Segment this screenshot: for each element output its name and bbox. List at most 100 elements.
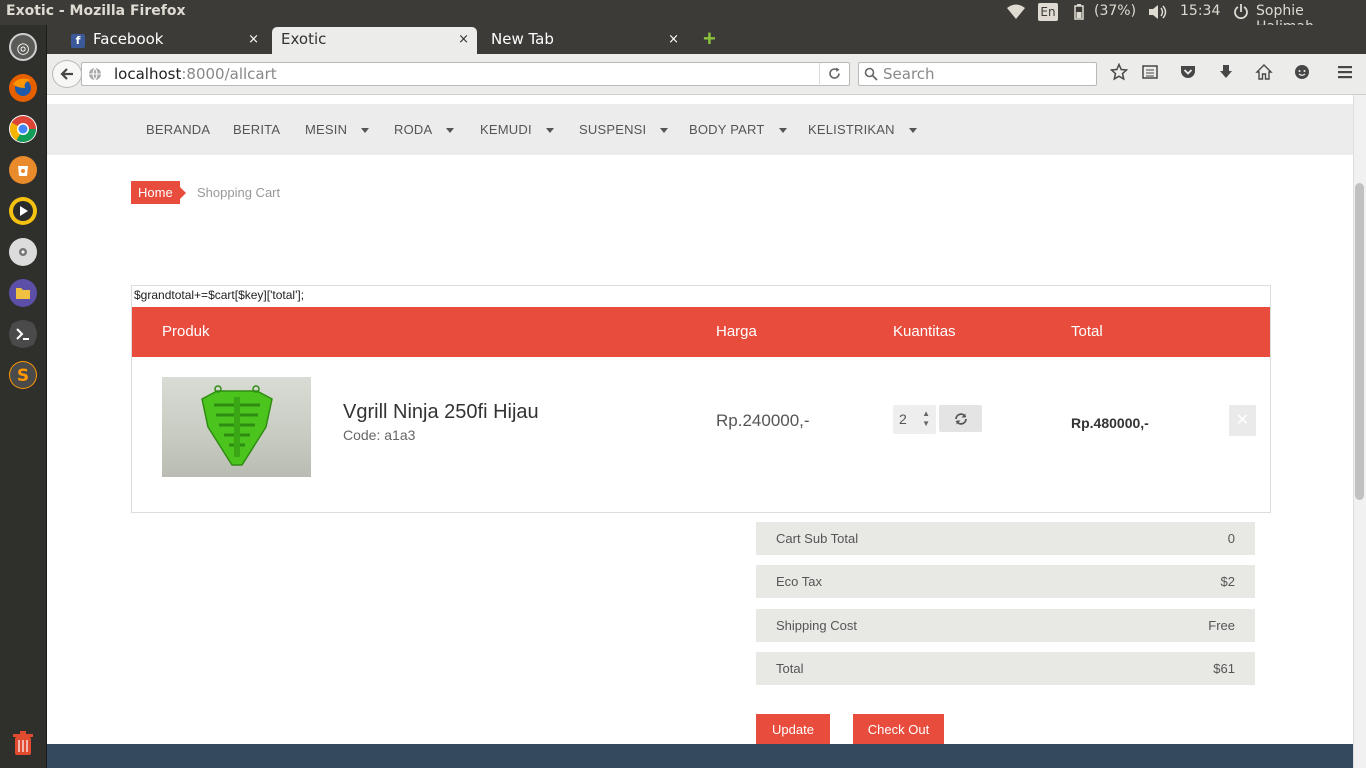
product-name[interactable]: Vgrill Ninja 250fi Hijau	[343, 401, 539, 424]
menu-item-body-part[interactable]: BODY PART	[689, 104, 787, 155]
caret-down-icon	[660, 128, 669, 134]
tab-label: Exotic	[281, 30, 327, 48]
col-header-product: Produk	[162, 323, 210, 340]
product-image[interactable]	[162, 377, 311, 477]
close-tab-icon[interactable]: ×	[458, 27, 469, 52]
refresh-quantity-button[interactable]	[939, 405, 982, 432]
bookmark-star-icon[interactable]	[1107, 62, 1131, 85]
globe-icon	[88, 63, 102, 89]
menu-item-mesin[interactable]: MESIN	[305, 104, 370, 155]
caret-down-icon	[446, 128, 455, 134]
trash-icon[interactable]	[9, 729, 37, 757]
tab-new-tab[interactable]: New Tab ×	[482, 27, 687, 54]
reading-list-icon[interactable]	[1138, 63, 1162, 85]
col-header-qty: Kuantitas	[893, 323, 956, 340]
software-center-icon[interactable]	[9, 156, 37, 184]
menu-item-roda[interactable]: RODA	[394, 104, 455, 155]
caret-down-icon	[908, 128, 917, 134]
product-price: Rp.240000,-	[716, 411, 810, 430]
summary-row-subtotal: Cart Sub Total 0	[756, 522, 1255, 555]
summary-label: Eco Tax	[776, 574, 823, 589]
cart-table: $grandtotal+=$cart[$key]['total']; Produ…	[131, 285, 1271, 513]
terminal-icon[interactable]	[9, 320, 37, 348]
tab-facebook[interactable]: f Facebook ×	[47, 27, 267, 54]
power-icon[interactable]	[1233, 3, 1249, 25]
menu-hamburger-icon[interactable]	[1333, 63, 1357, 85]
tab-exotic[interactable]: Exotic ×	[272, 27, 477, 54]
url-text: localhost:8000/allcart	[114, 63, 277, 85]
quantity-stepper[interactable]: 2 ▲ ▼	[893, 405, 936, 434]
caret-down-icon	[778, 128, 787, 134]
menu-item-berita[interactable]: BERITA	[233, 104, 280, 155]
breadcrumb-home-link[interactable]: Home	[131, 181, 186, 204]
site-footer	[47, 744, 1353, 768]
chrome-icon[interactable]	[9, 115, 37, 143]
disk-icon[interactable]	[9, 238, 37, 266]
menu-label: KELISTRIKAN	[808, 122, 895, 137]
close-tab-icon[interactable]: ×	[248, 27, 259, 52]
search-icon	[864, 63, 878, 89]
reload-icon[interactable]	[819, 63, 841, 87]
media-player-icon[interactable]	[9, 197, 37, 225]
sublime-text-icon[interactable]: S	[9, 361, 37, 389]
tab-label: Facebook	[93, 30, 164, 48]
firefox-icon[interactable]	[9, 74, 37, 102]
os-top-panel: Exotic - Mozilla Firefox En (37%) 15:34 …	[0, 0, 1366, 35]
dash-home-icon[interactable]: ◎	[9, 33, 37, 61]
remove-item-button[interactable]: ✕	[1229, 405, 1256, 436]
scrollbar-thumb[interactable]	[1355, 183, 1364, 500]
menu-label: BERANDA	[146, 122, 211, 137]
svg-text:S: S	[17, 366, 29, 386]
summary-label: Total	[776, 661, 804, 676]
tab-label: New Tab	[491, 30, 554, 48]
summary-label: Shipping Cost	[776, 618, 857, 633]
summary-row-eco-tax: Eco Tax $2	[756, 565, 1255, 598]
breadcrumb-current: Shopping Cart	[197, 185, 281, 200]
pocket-icon[interactable]	[1176, 63, 1200, 85]
wifi-icon[interactable]	[1006, 3, 1026, 25]
battery-percent[interactable]: (37%)	[1094, 3, 1136, 19]
update-button[interactable]: Update	[756, 714, 830, 745]
new-tab-button[interactable]: +	[703, 27, 716, 51]
address-bar[interactable]: localhost:8000/allcart	[81, 62, 850, 89]
cart-table-header: Produk Harga Kuantitas Total	[132, 307, 1270, 357]
battery-icon[interactable]	[1073, 3, 1085, 25]
summary-value: 0	[1227, 531, 1235, 546]
summary-row-total: Total $61	[756, 652, 1255, 685]
keyboard-layout-indicator[interactable]: En	[1038, 3, 1058, 21]
menu-label: BODY PART	[689, 122, 765, 137]
menu-label: KEMUDI	[480, 122, 532, 137]
close-tab-icon[interactable]: ×	[668, 27, 679, 52]
menu-label: MESIN	[305, 122, 348, 137]
checkout-button[interactable]: Check Out	[853, 714, 944, 745]
hello-chat-icon[interactable]	[1290, 63, 1314, 85]
url-host: localhost	[114, 65, 182, 83]
home-icon[interactable]	[1252, 63, 1276, 85]
refresh-icon	[954, 413, 967, 425]
menu-item-suspensi[interactable]: SUSPENSI	[579, 104, 669, 155]
summary-value: Free	[1208, 618, 1235, 633]
menu-label: RODA	[394, 122, 433, 137]
site-main-menu: BERANDA BERITA MESIN RODA KEMUDI SUSPENS…	[47, 104, 1353, 155]
window-title: Exotic - Mozilla Firefox	[6, 3, 186, 19]
files-icon[interactable]	[9, 279, 37, 307]
menu-item-kemudi[interactable]: KEMUDI	[480, 104, 554, 155]
search-placeholder: Search	[883, 65, 935, 83]
caret-down-icon	[361, 128, 370, 134]
clock[interactable]: 15:34	[1180, 3, 1220, 19]
facebook-favicon-icon: f	[71, 34, 85, 48]
summary-row-shipping: Shipping Cost Free	[756, 609, 1255, 642]
back-button[interactable]	[52, 60, 82, 88]
volume-icon[interactable]	[1147, 3, 1169, 25]
menu-item-beranda[interactable]: BERANDA	[146, 104, 210, 155]
quantity-value: 2	[899, 411, 907, 427]
url-path: :8000/allcart	[181, 65, 277, 83]
menu-label: SUSPENSI	[579, 122, 647, 137]
product-line-total: Rp.480000,-	[1071, 415, 1149, 431]
downloads-icon[interactable]	[1214, 63, 1238, 85]
search-input[interactable]: Search	[858, 62, 1097, 86]
menu-item-kelistrikan[interactable]: KELISTRIKAN	[808, 104, 917, 155]
caret-down-icon	[545, 128, 554, 134]
unity-launcher: ◎ S	[0, 25, 47, 768]
stepper-arrows-icon[interactable]: ▲ ▼	[922, 409, 930, 429]
